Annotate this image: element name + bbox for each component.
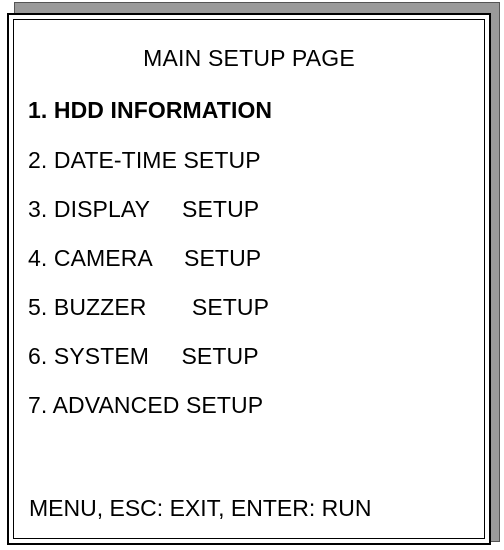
- menu-item-advanced-setup[interactable]: 7. ADVANCED SETUP: [28, 392, 263, 419]
- menu-item-hdd-information[interactable]: 1. HDD INFORMATION: [28, 97, 272, 124]
- menu-item-buzzer-setup[interactable]: 5. BUZZER SETUP: [28, 294, 269, 321]
- main-setup-menu: MAIN SETUP PAGE 1. HDD INFORMATION 2. DA…: [7, 13, 491, 545]
- menu-item-display-setup[interactable]: 3. DISPLAY SETUP: [28, 196, 259, 223]
- menu-item-camera-setup[interactable]: 4. CAMERA SETUP: [28, 245, 261, 272]
- menu-item-date-time-setup[interactable]: 2. DATE-TIME SETUP: [28, 147, 261, 174]
- menu-item-system-setup[interactable]: 6. SYSTEM SETUP: [28, 343, 259, 370]
- menu-title: MAIN SETUP PAGE: [143, 45, 355, 71]
- footer-key-hint: MENU, ESC: EXIT, ENTER: RUN: [29, 495, 372, 521]
